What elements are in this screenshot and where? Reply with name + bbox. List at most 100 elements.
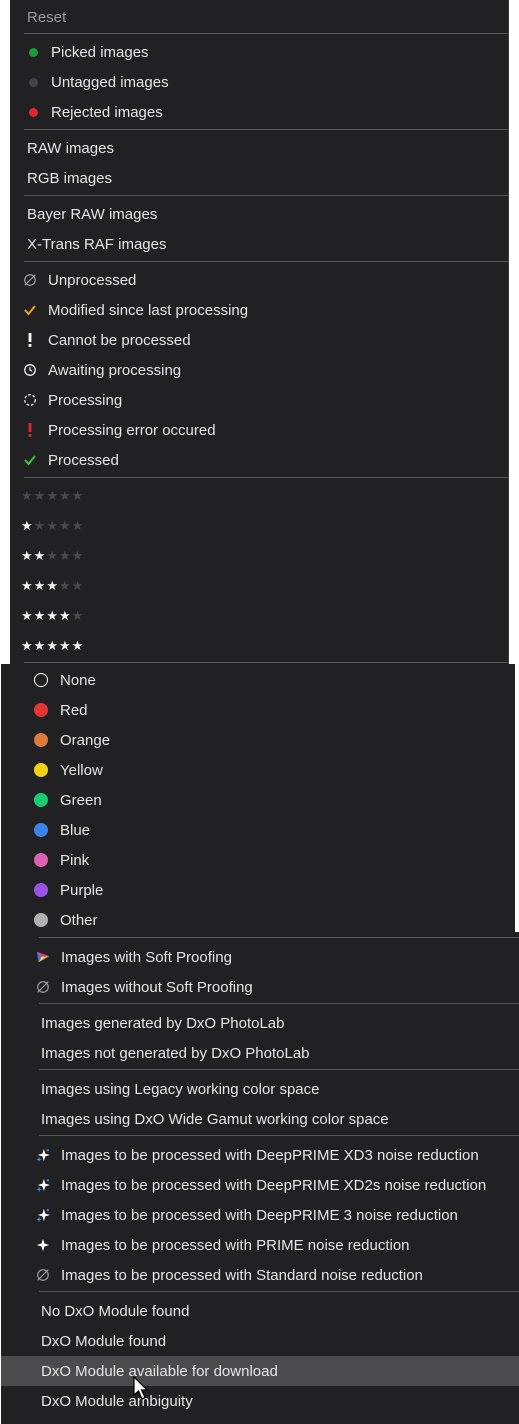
menu-item-pink[interactable]: Pink [1, 845, 515, 875]
star-icon: ★ [71, 518, 85, 533]
menu-separator [39, 1291, 519, 1292]
menu-item-rgb-images[interactable]: RGB images [10, 163, 508, 193]
menu-item-rating-2-stars[interactable]: ★★★★★ [10, 541, 508, 571]
clock-icon [23, 363, 37, 377]
color-label-orange-icon [33, 733, 49, 747]
color-label-other-icon [33, 913, 49, 927]
menu-item-images-to-be-processed-with-standard-noise-reduction[interactable]: Images to be processed with Standard noi… [1, 1260, 519, 1290]
menu-item-images-to-be-processed-with-deepprime-xd3-noise-reduction[interactable]: Images to be processed with DeepPRIME XD… [1, 1140, 519, 1170]
color-label-green-icon [33, 793, 49, 807]
checkmark-yellow-icon [23, 303, 37, 317]
checkmark-green-icon [23, 453, 37, 467]
star-icon: ★ [58, 608, 72, 623]
menu-item-yellow[interactable]: Yellow [1, 755, 515, 785]
menu-item-images-to-be-processed-with-deepprime-3-noise-reduction[interactable]: Images to be processed with DeepPRIME 3 … [1, 1200, 519, 1230]
menu-separator [24, 33, 508, 34]
color-label-none-icon [33, 673, 49, 687]
menu-item-green[interactable]: Green [1, 785, 515, 815]
menu-item-label: Bayer RAW images [27, 205, 158, 223]
star-rating-icon: ★★★★★ [21, 578, 84, 594]
menu-item-label: None [60, 671, 96, 689]
menu-item-bayer-raw-images[interactable]: Bayer RAW images [10, 199, 508, 229]
menu-item-label: Processing [48, 391, 123, 409]
menu-item-orange[interactable]: Orange [1, 725, 515, 755]
menu-item-rating-1-stars[interactable]: ★★★★★ [10, 511, 508, 541]
menu-item-label: Modified since last processing [48, 301, 249, 319]
star-rating-icon: ★★★★★ [21, 638, 84, 654]
menu-separator [39, 1003, 519, 1004]
menu-separator [24, 129, 508, 130]
menu-item-x-trans-raf-images[interactable]: X-Trans RAF images [10, 229, 508, 259]
empty-set-icon [36, 1268, 50, 1282]
menu-item-label: Unprocessed [48, 271, 137, 289]
menu-item-images-not-generated-by-dxo-photolab[interactable]: Images not generated by DxO PhotoLab [1, 1038, 519, 1068]
star-icon: ★ [46, 518, 59, 533]
star-icon: ★ [58, 578, 72, 593]
menu-item-dxo-module-available-for-download[interactable]: DxO Module available for download [1, 1356, 519, 1386]
menu-item-processing-error-occured[interactable]: Processing error occured [10, 415, 508, 445]
menu-item-images-using-legacy-working-color-space[interactable]: Images using Legacy working color space [1, 1074, 519, 1104]
menu-item-none[interactable]: None [1, 665, 515, 695]
menu-item-rating-5-stars[interactable]: ★★★★★ [10, 631, 508, 661]
menu-item-processed[interactable]: Processed [10, 445, 508, 475]
star-icon: ★ [58, 638, 72, 653]
mouse-cursor-icon [133, 1376, 149, 1400]
menu-item-label: DxO Module available for download [41, 1362, 278, 1380]
menu-separator [24, 662, 508, 663]
menu-item-red[interactable]: Red [1, 695, 515, 725]
menu-item-awaiting-processing[interactable]: Awaiting processing [10, 355, 508, 385]
menu-item-images-without-soft-proofing[interactable]: Images without Soft Proofing [1, 972, 519, 1002]
menu-item-images-using-dxo-wide-gamut-working-color-space[interactable]: Images using DxO Wide Gamut working colo… [1, 1104, 519, 1134]
menu-item-label: Purple [60, 881, 104, 899]
menu-item-raw-images[interactable]: RAW images [10, 133, 508, 163]
menu-item-label: Images with Soft Proofing [61, 948, 232, 966]
menu-item-label: RGB images [27, 169, 113, 187]
star-icon: ★ [33, 608, 47, 623]
exclamation-red-icon [23, 423, 37, 437]
color-label-yellow-icon [33, 763, 49, 777]
menu-item-unprocessed[interactable]: Unprocessed [10, 265, 508, 295]
menu-item-images-to-be-processed-with-deepprime-xd2s-noise-reduction[interactable]: Images to be processed with DeepPRIME XD… [1, 1170, 519, 1200]
star-icon: ★ [21, 638, 34, 653]
menu-item-blue[interactable]: Blue [1, 815, 515, 845]
menu-item-label: Yellow [60, 761, 103, 779]
menu-item-label: Reset [27, 8, 67, 26]
tag-dot-icon [26, 105, 40, 119]
star-icon: ★ [46, 638, 59, 653]
star-icon: ★ [71, 548, 85, 563]
menu-item-images-to-be-processed-with-prime-noise-reduction[interactable]: Images to be processed with PRIME noise … [1, 1230, 519, 1260]
menu-item-rejected-images[interactable]: Rejected images [10, 97, 508, 127]
menu-item-reset[interactable]: Reset [10, 2, 508, 32]
star-icon: ★ [46, 578, 59, 593]
menu-item-no-dxo-module-found[interactable]: No DxO Module found [1, 1296, 519, 1326]
star-icon: ★ [33, 548, 47, 563]
star-icon: ★ [46, 488, 59, 503]
menu-item-other[interactable]: Other [1, 905, 515, 935]
color-label-blue-icon [33, 823, 49, 837]
star-rating-icon: ★★★★★ [21, 488, 84, 504]
menu-item-label: Rejected images [51, 103, 163, 121]
star-icon: ★ [33, 638, 47, 653]
sparkle-color-icon [36, 1208, 50, 1222]
menu-item-rating-4-stars[interactable]: ★★★★★ [10, 601, 508, 631]
menu-item-untagged-images[interactable]: Untagged images [10, 67, 508, 97]
menu-item-picked-images[interactable]: Picked images [10, 37, 508, 67]
menu-item-label: Images using DxO Wide Gamut working colo… [41, 1110, 389, 1128]
star-icon: ★ [33, 488, 47, 503]
menu-item-rating-0-stars[interactable]: ★★★★★ [10, 481, 508, 511]
menu-item-processing[interactable]: Processing [10, 385, 508, 415]
menu-item-label: Cannot be processed [48, 331, 191, 349]
empty-set-icon [36, 980, 50, 994]
menu-item-dxo-module-ambiguity[interactable]: DxO Module ambiguity [1, 1386, 519, 1416]
menu-item-cannot-be-processed[interactable]: Cannot be processed [10, 325, 508, 355]
menu-item-label: Images to be processed with DeepPRIME XD… [61, 1176, 487, 1194]
star-icon: ★ [71, 488, 85, 503]
menu-item-rating-3-stars[interactable]: ★★★★★ [10, 571, 508, 601]
menu-item-images-with-soft-proofing[interactable]: Images with Soft Proofing [1, 942, 519, 972]
menu-item-label: Images using Legacy working color space [41, 1080, 320, 1098]
menu-item-label: Blue [60, 821, 91, 839]
menu-item-modified-since-last-processing[interactable]: Modified since last processing [10, 295, 508, 325]
menu-item-images-generated-by-dxo-photolab[interactable]: Images generated by DxO PhotoLab [1, 1008, 519, 1038]
menu-item-dxo-module-found[interactable]: DxO Module found [1, 1326, 519, 1356]
menu-item-purple[interactable]: Purple [1, 875, 515, 905]
